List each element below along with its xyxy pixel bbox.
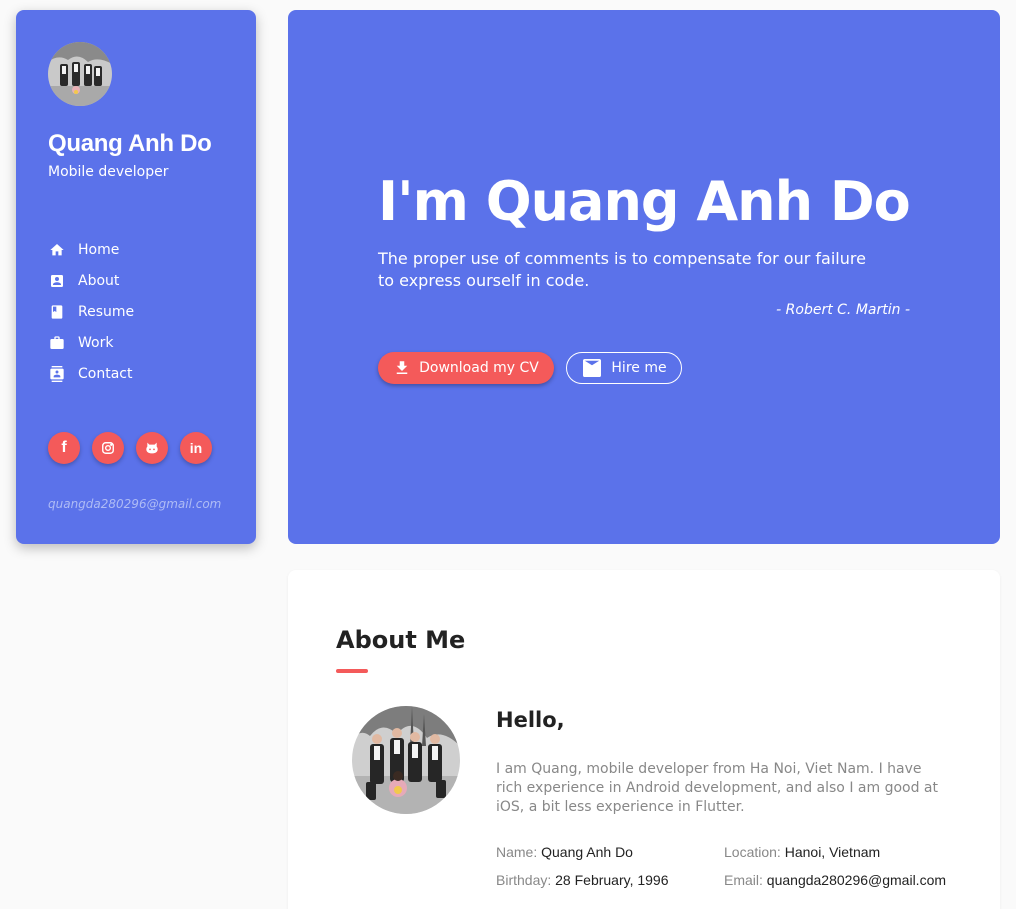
nav-item-label: About [78, 272, 120, 289]
info-name: Name: Quang Anh Do [496, 844, 724, 864]
book-icon [48, 303, 66, 321]
nav-item-work[interactable]: Work [48, 327, 134, 358]
bio-text: I am Quang, mobile developer from Ha Noi… [496, 761, 938, 815]
profile-role: Mobile developer [48, 164, 169, 180]
linkedin-icon: in [189, 440, 203, 456]
greeting: Hello, [496, 708, 565, 732]
sidebar: Quang Anh Do Mobile developer Home About… [16, 10, 256, 544]
nav-item-about[interactable]: About [48, 265, 134, 296]
personal-info: Name: Quang Anh Do Location: Hanoi, Viet… [496, 844, 966, 892]
account-box-icon [48, 272, 66, 290]
profile-name: Quang Anh Do [48, 130, 212, 157]
download-cv-button[interactable]: Download my CV [378, 352, 554, 384]
hire-me-label: Hire me [611, 360, 667, 376]
nav-item-contact[interactable]: Contact [48, 358, 134, 389]
info-label: Name: [496, 844, 542, 860]
info-label: Location: [724, 844, 785, 860]
linkedin-link[interactable]: in [180, 432, 212, 464]
download-cv-label: Download my CV [419, 360, 539, 376]
info-label: Birthday: [496, 872, 556, 888]
quote-author: - Robert C. Martin - [776, 302, 910, 318]
social-links: f in [48, 432, 212, 464]
nav-item-label: Work [78, 334, 114, 351]
about-section: About Me Hello, I am Quang, mobile devel… [288, 570, 1000, 909]
facebook-icon: f [61, 439, 67, 456]
download-icon [393, 359, 411, 377]
info-value: Hanoi, Vietnam [784, 844, 881, 860]
info-value[interactable]: quangda280296@gmail.com [767, 872, 946, 888]
github-link[interactable] [136, 432, 168, 464]
hire-me-button[interactable]: Hire me [566, 352, 682, 384]
hero-section: I'm Quang Anh Do The proper use of comme… [288, 10, 1000, 544]
nav-item-home[interactable]: Home [48, 234, 134, 265]
info-value: Quang Anh Do [541, 844, 633, 860]
section-title: About Me [336, 626, 466, 654]
github-icon [144, 440, 160, 456]
instagram-icon [101, 441, 115, 455]
info-value: 28 February, 1996 [555, 872, 669, 888]
nav-item-resume[interactable]: Resume [48, 296, 134, 327]
briefcase-icon [48, 334, 66, 352]
info-label: Email: [724, 872, 767, 888]
sidebar-email[interactable]: quangda280296@gmail.com [48, 497, 221, 511]
hero-quote: The proper use of comments is to compens… [378, 249, 866, 290]
profile-photo [352, 706, 460, 814]
info-birthday: Birthday: 28 February, 1996 [496, 872, 724, 892]
avatar[interactable] [48, 42, 112, 106]
nav-item-label: Contact [78, 365, 133, 382]
hero-title: I'm Quang Anh Do [378, 170, 911, 233]
home-icon [48, 241, 66, 259]
info-location: Location: Hanoi, Vietnam [724, 844, 966, 864]
title-underline [336, 669, 368, 673]
sidebar-nav: Home About Resume Work Contact [48, 234, 134, 389]
mail-icon [581, 359, 603, 377]
nav-item-label: Home [78, 241, 120, 258]
facebook-link[interactable]: f [48, 432, 80, 464]
info-email: Email: quangda280296@gmail.com [724, 872, 966, 892]
instagram-link[interactable] [92, 432, 124, 464]
contacts-icon [48, 365, 66, 383]
nav-item-label: Resume [78, 303, 135, 320]
